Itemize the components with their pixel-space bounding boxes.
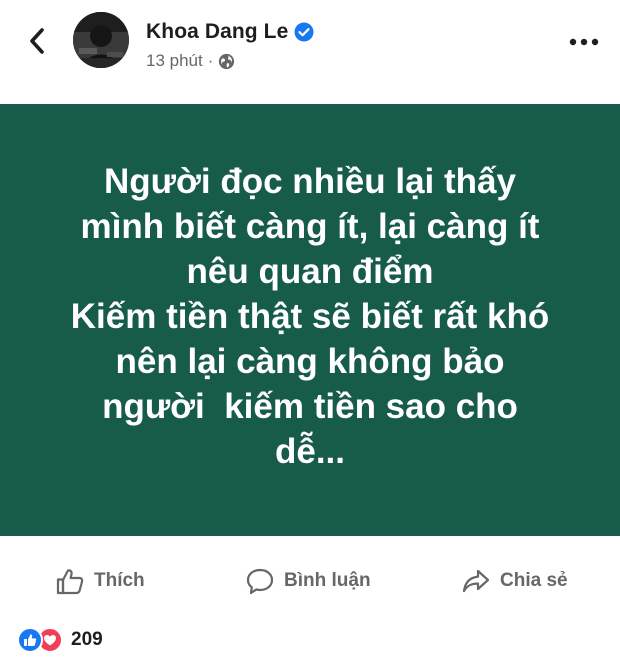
post-text: Người đọc nhiều lại thấy mình biết càng … <box>30 159 590 474</box>
avatar[interactable] <box>73 12 129 68</box>
meta-separator: · <box>207 51 214 70</box>
author-name-row: Khoa Dang Le <box>146 18 314 46</box>
share-arrow-icon <box>460 565 492 597</box>
verified-badge-icon <box>294 22 314 42</box>
more-options-button[interactable] <box>566 30 602 54</box>
comment-bubble-icon <box>244 565 276 597</box>
post-background[interactable]: Người đọc nhiều lại thấy mình biết càng … <box>0 104 620 536</box>
post-header: Khoa Dang Le 13 phút · <box>0 0 620 104</box>
post-time[interactable]: 13 phút <box>146 51 203 71</box>
share-label: Chia sẻ <box>500 570 568 591</box>
post-text-line: nên lại càng không bảo <box>115 341 505 381</box>
thumbs-up-icon <box>54 565 86 597</box>
post-text-line: dễ... <box>274 431 346 471</box>
share-button[interactable]: Chia sẻ <box>460 556 568 606</box>
facebook-post-screen: Khoa Dang Le 13 phút · Người đọc nhiều l… <box>0 0 620 672</box>
post-text-line: mình biết càng ít, lại càng ít <box>80 206 540 246</box>
author-name[interactable]: Khoa Dang Le <box>146 20 288 44</box>
post-meta: 13 phút · <box>146 49 235 73</box>
chevron-left-icon <box>30 28 44 54</box>
post-text-line: người kiếm tiền sao cho <box>102 386 518 426</box>
post-text-line: Kiếm tiền thật sẽ biết rất khó <box>70 296 550 336</box>
like-reaction-icon <box>17 627 43 653</box>
avatar-image <box>73 12 129 68</box>
comment-label: Bình luận <box>284 570 371 591</box>
reaction-summary[interactable]: 209 <box>17 626 103 654</box>
post-text-line: Người đọc nhiều lại thấy <box>104 161 516 201</box>
like-label: Thích <box>94 570 145 591</box>
like-button[interactable]: Thích <box>54 556 145 606</box>
reaction-count: 209 <box>71 629 103 650</box>
more-horizontal-icon <box>569 38 599 46</box>
action-bar: Thích Bình luận Chia sẻ <box>0 556 620 606</box>
comment-button[interactable]: Bình luận <box>244 556 371 606</box>
post-text-line: nêu quan điểm <box>186 251 434 291</box>
globe-icon <box>218 53 235 70</box>
back-button[interactable] <box>20 22 54 60</box>
